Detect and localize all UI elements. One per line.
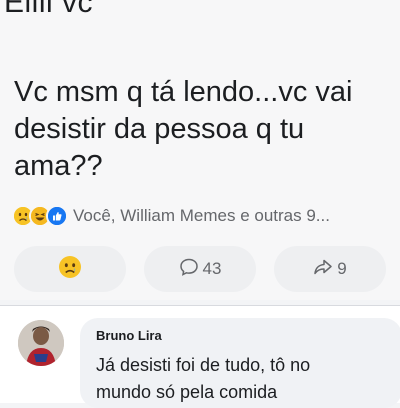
comments-count: 43 — [202, 259, 222, 278]
comment-bubble-icon — [179, 257, 199, 282]
reactions-summary[interactable]: Você, William Memes e outras 9... — [12, 205, 330, 227]
comment-author-name[interactable]: Bruno Lira — [96, 328, 162, 343]
post-text-cut-line: Eiiii vc — [4, 0, 94, 19]
reactions-summary-text: Você, William Memes e outras 9... — [73, 206, 330, 225]
comment-text-line: mundo só pela comida — [96, 382, 278, 402]
divider — [0, 305, 400, 306]
comment-text-line: Já desisti foi de tudo, tô no — [96, 355, 311, 375]
like-reaction-icon — [46, 205, 68, 227]
sad-reaction-icon — [59, 255, 81, 283]
post-text-line: desistir da pessoa q tu — [14, 113, 305, 145]
post-text-line: ama?? — [14, 150, 103, 182]
post-text: Vc msm q tá lendo...vc vai desistir da p… — [14, 74, 394, 185]
avatar[interactable] — [18, 320, 64, 366]
react-button[interactable] — [14, 246, 126, 292]
post-text-line: Vc msm q tá lendo...vc vai — [14, 76, 353, 108]
comment-button[interactable]: 43 — [144, 246, 256, 292]
shares-count: 9 — [337, 259, 347, 278]
share-button[interactable]: 9 — [274, 246, 386, 292]
share-arrow-icon — [313, 257, 333, 282]
post-action-bar: 43 9 — [0, 246, 400, 294]
post-card: Eiiii vc Vc msm q tá lendo...vc vai desi… — [0, 0, 400, 300]
comment-text: Já desisti foi de tudo, tô no mundo só p… — [96, 352, 396, 406]
